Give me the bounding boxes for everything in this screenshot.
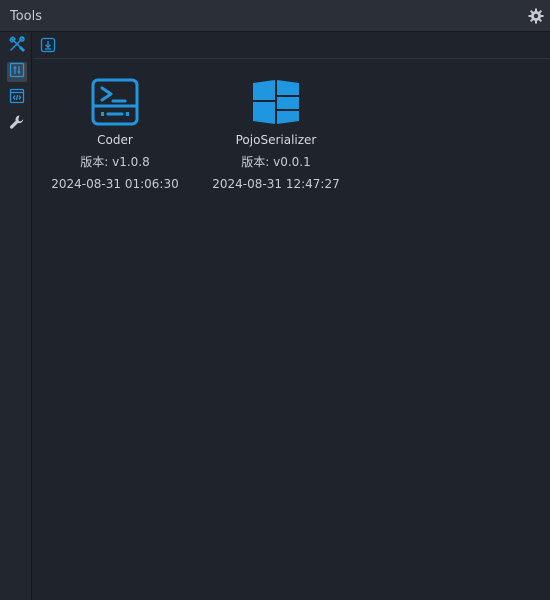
download-box-icon[interactable]	[40, 37, 56, 53]
tool-name: Coder	[97, 133, 133, 147]
sidebar-item-code[interactable]	[7, 88, 27, 108]
tool-date: 2024-08-31 01:06:30	[51, 177, 179, 191]
panel-titlebar: Tools	[0, 0, 550, 32]
code-window-icon	[9, 88, 25, 108]
tool-card-coder[interactable]: Coder 版本: v1.0.8 2024-08-31 01:06:30	[35, 78, 195, 192]
sidebar-item-sliders[interactable]	[7, 62, 27, 82]
tools-icon	[8, 35, 26, 57]
tools-grid: Coder 版本: v1.0.8 2024-08-31 01:06:30 Poj…	[33, 60, 550, 600]
tool-name: PojoSerializer	[235, 133, 317, 147]
tool-version: 版本: v1.0.8	[80, 155, 150, 169]
grid-logo-icon	[252, 78, 300, 126]
sidebar-item-tools[interactable]	[7, 35, 27, 57]
panel-title: Tools	[10, 9, 43, 24]
toolbar	[33, 32, 550, 59]
wrench-icon	[9, 114, 25, 134]
tool-date: 2024-08-31 12:47:27	[212, 177, 340, 191]
gear-icon[interactable]	[528, 8, 544, 24]
tool-card-pojoserializer[interactable]: PojoSerializer 版本: v0.0.1 2024-08-31 12:…	[196, 78, 356, 192]
sliders-icon	[9, 62, 25, 82]
terminal-icon	[91, 78, 139, 126]
tool-version: 版本: v0.0.1	[241, 155, 311, 169]
sidebar-item-wrench[interactable]	[7, 114, 27, 134]
sidebar	[0, 32, 32, 600]
